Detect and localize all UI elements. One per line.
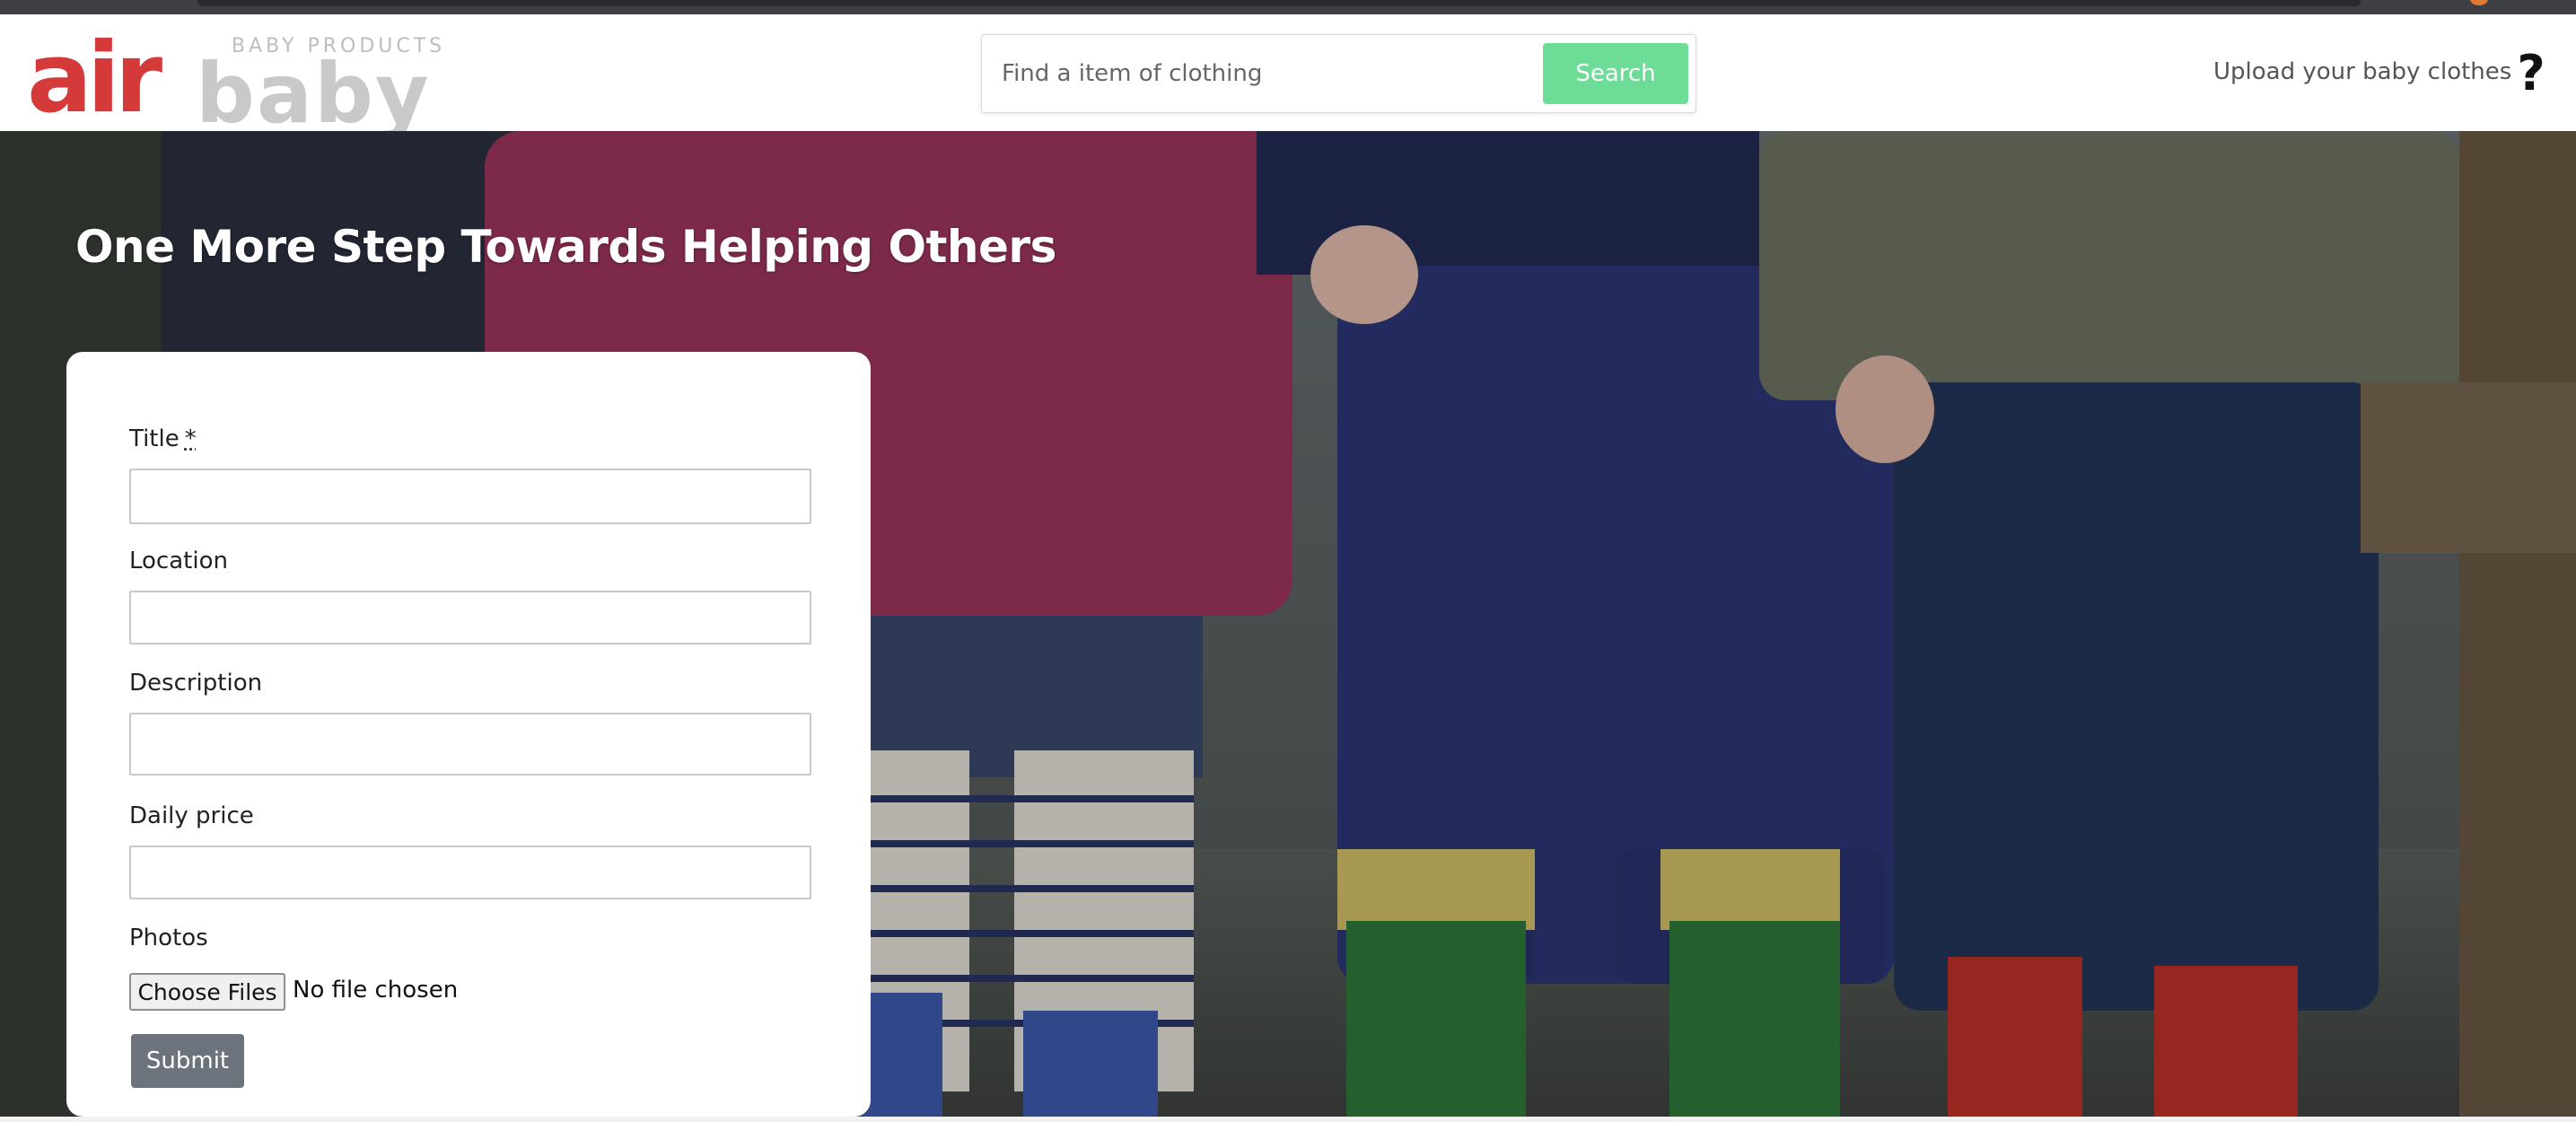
choose-files-button[interactable]: Choose Files [129, 973, 285, 1011]
location-label: Location [129, 548, 228, 574]
search-input[interactable] [991, 44, 1520, 103]
upload-form: Title * Location Description Daily price … [66, 352, 871, 1117]
logo-baby: baby [196, 46, 431, 131]
browser-indicator-icon [2470, 0, 2488, 5]
title-field[interactable] [129, 469, 811, 524]
browser-tab-bar [197, 0, 2361, 6]
daily-price-field[interactable] [129, 846, 811, 899]
daily-price-label: Daily price [129, 802, 254, 829]
search-button[interactable]: Search [1543, 43, 1688, 104]
submit-button[interactable]: Submit [131, 1034, 244, 1088]
upload-baby-clothes-link[interactable]: Upload your baby clothes [2213, 58, 2511, 85]
description-field[interactable] [129, 713, 811, 776]
navbar: BABY PRODUCTS air baby Search Upload you… [0, 14, 2576, 132]
file-status-text: No file chosen [293, 977, 459, 1004]
logo-graphic: BABY PRODUCTS air baby [27, 23, 442, 131]
browser-top-strip [0, 0, 2576, 14]
question-icon[interactable]: ? [2513, 47, 2549, 101]
search-bar: Search [981, 34, 1696, 113]
title-label-text: Title [129, 425, 180, 452]
page-title: One More Step Towards Helping Others [75, 221, 1056, 273]
description-label: Description [129, 670, 263, 697]
page-bottom-edge [0, 1117, 2576, 1122]
location-field[interactable] [129, 591, 811, 644]
photos-label: Photos [129, 925, 208, 951]
logo-air: air [27, 23, 162, 131]
title-label: Title * [129, 425, 197, 452]
required-marker: * [184, 425, 197, 452]
airbaby-logo[interactable]: BABY PRODUCTS air baby [27, 23, 458, 131]
